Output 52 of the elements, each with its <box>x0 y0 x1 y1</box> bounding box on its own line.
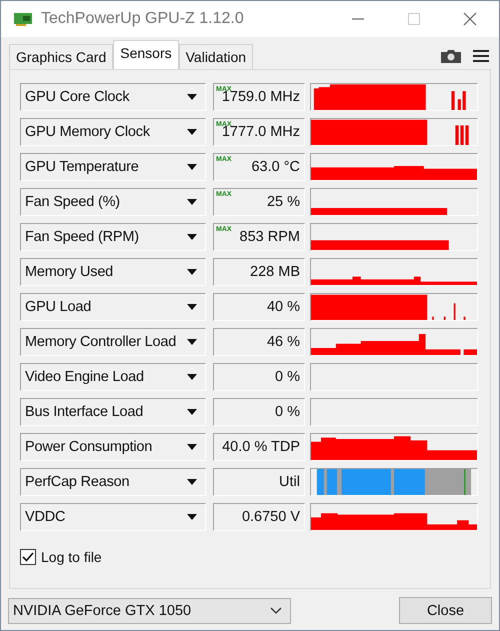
tab[interactable]: Sensors <box>113 40 179 69</box>
sensor-reading: 46 % <box>266 334 300 350</box>
caret-icon <box>187 479 197 485</box>
caret-icon <box>187 409 197 415</box>
sensor-reading: 853 RPM <box>240 229 300 245</box>
sensor-dropdown[interactable]: Fan Speed (RPM) <box>20 223 206 251</box>
sensor-reading: 0 % <box>275 369 300 385</box>
graphics-card-icon <box>13 11 33 27</box>
sensor-dropdown[interactable]: PerfCap Reason <box>20 468 206 496</box>
sensor-dropdown[interactable]: GPU Load <box>20 293 206 321</box>
sensor-dropdown[interactable]: GPU Core Clock <box>20 83 206 111</box>
caret-icon <box>187 304 197 310</box>
caret-icon <box>187 269 197 275</box>
sensor-dropdown[interactable]: GPU Temperature <box>20 153 206 181</box>
device-dropdown[interactable]: NVIDIA GeForce GTX 1050 <box>8 598 291 624</box>
tab[interactable]: Graphics Card <box>9 44 114 69</box>
sensor-reading: 0.6750 V <box>242 509 300 525</box>
sensor-dropdown[interactable]: GPU Memory Clock <box>20 118 206 146</box>
sensor-dropdown[interactable]: Video Engine Load <box>20 363 206 391</box>
tab[interactable]: Validation <box>178 44 254 69</box>
sensor-reading: 40 % <box>266 299 300 315</box>
caret-icon <box>187 199 197 205</box>
caret-icon <box>187 339 197 345</box>
camera-icon[interactable] <box>441 49 461 63</box>
menu-icon[interactable] <box>473 49 489 63</box>
checkbox-label: Log to file <box>41 549 102 565</box>
sensor-dropdown[interactable]: VDDC <box>20 503 206 531</box>
caret-icon <box>187 164 197 170</box>
sensor-reading: 228 MB <box>250 264 300 280</box>
check-icon <box>22 551 34 563</box>
sensor-dropdown[interactable]: Memory Used <box>20 258 206 286</box>
maximize-icon <box>407 12 421 26</box>
sensor-reading: 0 % <box>275 404 300 420</box>
caret-icon <box>187 94 197 100</box>
caret-icon <box>187 444 197 450</box>
caret-icon <box>187 514 197 520</box>
window-title: TechPowerUp GPU-Z 1.12.0 <box>41 10 245 28</box>
sensor-dropdown[interactable]: Bus Interface Load <box>20 398 206 426</box>
caret-icon <box>187 374 197 380</box>
sensor-reading: Util <box>279 474 300 490</box>
caret-icon <box>187 129 197 135</box>
chevron-icon <box>270 606 282 614</box>
close-button[interactable]: Close <box>399 597 492 624</box>
sensor-reading: 63.0 °C <box>251 159 300 175</box>
sensor-reading: 40.0 % TDP <box>222 439 300 455</box>
sensor-dropdown[interactable]: Power Consumption <box>20 433 206 461</box>
sensor-reading: 25 % <box>266 194 300 210</box>
caret-icon <box>187 234 197 240</box>
sensor-dropdown[interactable]: Memory Controller Load <box>20 328 206 356</box>
close-icon[interactable] <box>463 12 477 26</box>
sensor-dropdown[interactable]: Fan Speed (%) <box>20 188 206 216</box>
checkbox[interactable] <box>20 549 36 565</box>
